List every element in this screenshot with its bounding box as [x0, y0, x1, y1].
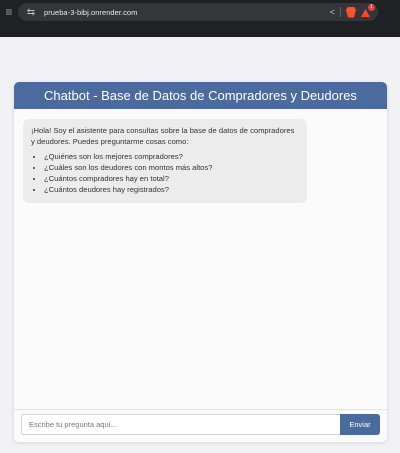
toolbar-divider [340, 7, 341, 17]
address-bar[interactable]: ⇆ prueba-3-bibj.onrender.com < 1 [18, 3, 378, 21]
input-area: Enviar [14, 409, 387, 442]
example-questions-list: ¿Quiénes son los mejores compradores? ¿C… [31, 151, 299, 195]
brave-rewards-icon[interactable]: 1 [361, 4, 375, 17]
messages-panel[interactable]: ¡Hola! Soy el asistente para consultas s… [14, 109, 387, 409]
brave-shield-icon[interactable] [346, 6, 356, 18]
send-button[interactable]: Enviar [340, 414, 380, 435]
browser-toolbar: ≡ ⇆ prueba-3-bibj.onrender.com < 1 [0, 0, 400, 24]
page-top-band [0, 24, 400, 37]
hamburger-icon[interactable]: ≡ [2, 4, 16, 20]
chat-container: Chatbot - Base de Datos de Compradores y… [14, 82, 387, 442]
chat-header: Chatbot - Base de Datos de Compradores y… [14, 82, 387, 109]
question-input[interactable] [21, 414, 342, 435]
bot-message: ¡Hola! Soy el asistente para consultas s… [23, 119, 307, 203]
bot-message-intro: ¡Hola! Soy el asistente para consultas s… [31, 126, 295, 146]
list-item: ¿Quiénes son los mejores compradores? [44, 151, 299, 162]
rewards-badge: 1 [368, 4, 375, 11]
chat-title: Chatbot - Base de Datos de Compradores y… [44, 88, 357, 103]
list-item: ¿Cuáles son los deudores con montos más … [44, 162, 299, 173]
share-icon[interactable]: < [330, 7, 335, 17]
url-text[interactable]: prueba-3-bibj.onrender.com [44, 8, 137, 17]
omnibox-actions: < 1 [330, 4, 375, 19]
list-item: ¿Cuántos compradores hay en total? [44, 173, 299, 184]
list-item: ¿Cuántos deudores hay registrados? [44, 184, 299, 195]
tune-icon[interactable]: ⇆ [24, 7, 38, 18]
